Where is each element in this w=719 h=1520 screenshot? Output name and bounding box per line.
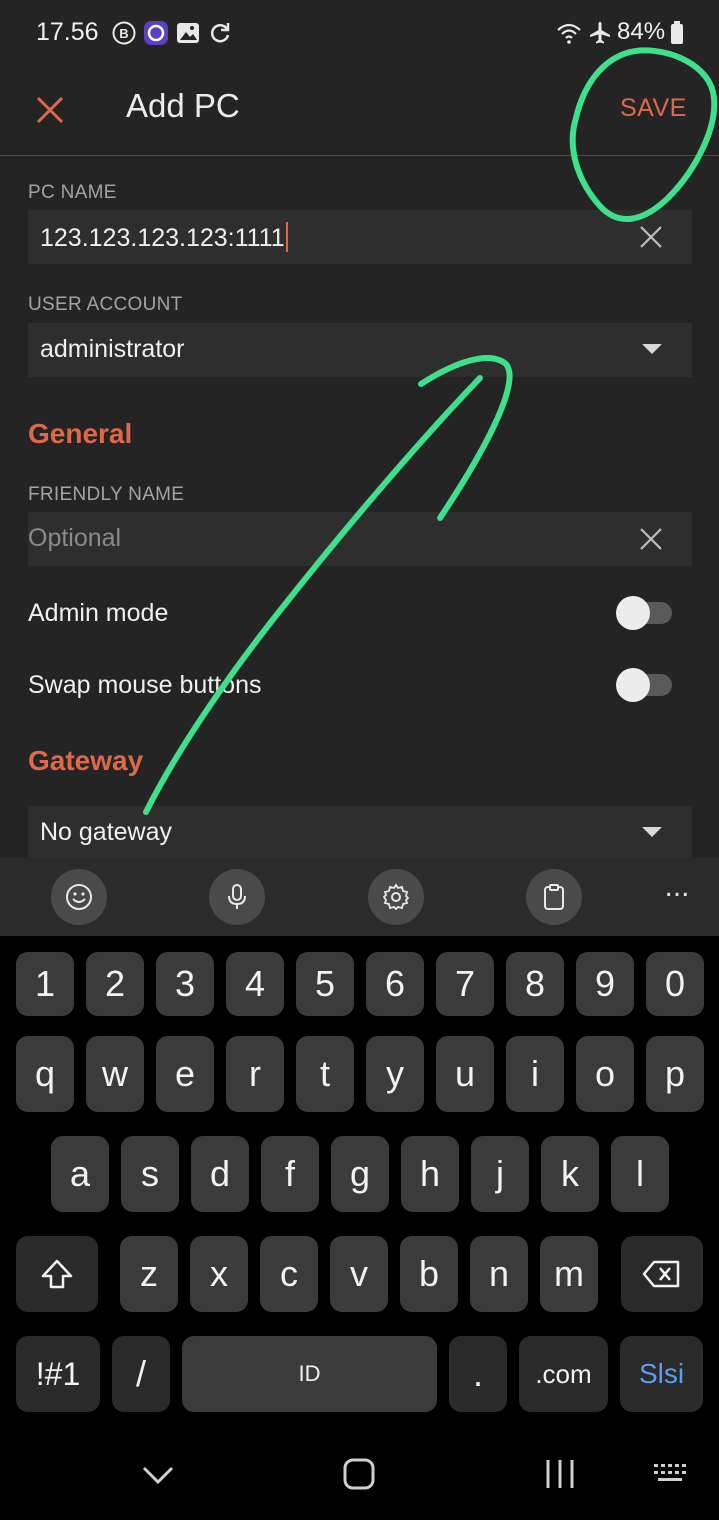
settings-icon[interactable] — [368, 869, 424, 925]
annotation-arrow — [143, 375, 483, 815]
number-key[interactable]: 5 — [296, 952, 354, 1016]
microphone-icon[interactable] — [209, 869, 265, 925]
letter-key[interactable]: a — [51, 1136, 109, 1212]
pc-name-value: 123.123.123.123:1111 — [40, 224, 285, 252]
wifi-icon — [557, 23, 581, 44]
number-key[interactable]: 7 — [436, 952, 494, 1016]
dot-key[interactable]: . — [449, 1336, 507, 1412]
letter-key[interactable]: z — [120, 1236, 178, 1312]
number-key[interactable]: 1 — [16, 952, 74, 1016]
save-button[interactable]: SAVE — [620, 94, 687, 123]
letter-key[interactable]: t — [296, 1036, 354, 1112]
airplane-icon — [590, 22, 610, 44]
letter-key[interactable]: u — [436, 1036, 494, 1112]
dropdown-arrow-icon — [642, 344, 662, 354]
letter-key[interactable]: f — [261, 1136, 319, 1212]
letter-key[interactable]: l — [611, 1136, 669, 1212]
gateway-section-title: Gateway — [28, 745, 144, 776]
status-time: 17.56 — [36, 18, 99, 46]
clear-icon[interactable] — [638, 224, 664, 250]
navigation-bar — [0, 1426, 719, 1520]
letter-key[interactable]: g — [331, 1136, 389, 1212]
number-key[interactable]: 9 — [576, 952, 634, 1016]
number-key[interactable]: 2 — [86, 952, 144, 1016]
letter-key[interactable]: b — [400, 1236, 458, 1312]
letter-key[interactable]: k — [541, 1136, 599, 1212]
battery-icon — [671, 21, 683, 44]
close-icon[interactable] — [30, 90, 70, 130]
page-title: Add PC — [126, 87, 240, 124]
number-key[interactable]: 4 — [226, 952, 284, 1016]
keyboard-toolbar: ... — [0, 858, 719, 936]
letter-key[interactable]: q — [16, 1036, 74, 1112]
letter-key[interactable]: h — [401, 1136, 459, 1212]
letter-key[interactable]: s — [121, 1136, 179, 1212]
b-icon: B — [112, 21, 136, 45]
pc-name-label: PC NAME — [28, 182, 117, 203]
keyboard-switch-icon[interactable] — [652, 1454, 692, 1494]
dotcom-key[interactable]: .com — [519, 1336, 608, 1412]
backspace-key[interactable] — [621, 1236, 703, 1312]
nav-back-icon[interactable] — [138, 1454, 178, 1494]
friendly-name-field[interactable]: Optional — [28, 512, 692, 566]
more-icon[interactable]: ... — [652, 872, 702, 912]
swap-mouse-toggle[interactable] — [616, 668, 674, 702]
app-bar: Add PC SAVE — [0, 70, 719, 156]
status-bar: 17.56 B 84% — [0, 0, 719, 70]
user-account-select[interactable]: administrator — [28, 323, 692, 377]
user-account-value: administrator — [40, 335, 185, 363]
letter-key[interactable]: d — [191, 1136, 249, 1212]
letter-key[interactable]: w — [86, 1036, 144, 1112]
general-section-title: General — [28, 418, 133, 449]
svg-text:B: B — [119, 26, 128, 41]
emoji-icon[interactable] — [51, 869, 107, 925]
letter-key[interactable]: i — [506, 1036, 564, 1112]
friendly-name-placeholder: Optional — [28, 524, 122, 552]
letter-key[interactable]: m — [540, 1236, 598, 1312]
shift-icon — [41, 1259, 73, 1289]
letter-key[interactable]: c — [260, 1236, 318, 1312]
letter-key[interactable]: r — [226, 1036, 284, 1112]
letter-key[interactable]: x — [190, 1236, 248, 1312]
nav-home-icon[interactable] — [339, 1454, 379, 1494]
number-key[interactable]: 3 — [156, 952, 214, 1016]
letter-key[interactable]: p — [646, 1036, 704, 1112]
annotation-arrowhead — [418, 354, 513, 521]
gallery-icon — [177, 23, 199, 43]
clear-icon[interactable] — [638, 526, 664, 552]
clipboard-icon[interactable] — [526, 869, 582, 925]
letter-key[interactable]: e — [156, 1036, 214, 1112]
backspace-icon — [642, 1260, 680, 1288]
admin-mode-toggle[interactable] — [616, 596, 674, 630]
slash-key[interactable]: / — [112, 1336, 170, 1412]
letter-key[interactable]: n — [470, 1236, 528, 1312]
battery-percent: 84% — [617, 18, 666, 45]
number-key[interactable]: 0 — [646, 952, 704, 1016]
text-caret — [285, 222, 288, 252]
number-key[interactable]: 8 — [506, 952, 564, 1016]
shift-key[interactable] — [16, 1236, 98, 1312]
space-key[interactable]: ID — [182, 1336, 437, 1412]
letter-key[interactable]: v — [330, 1236, 388, 1312]
letter-key[interactable]: y — [366, 1036, 424, 1112]
dropdown-arrow-icon — [642, 827, 662, 837]
letter-key[interactable]: o — [576, 1036, 634, 1112]
keyboard: 1234567890 qwertyuiop asdfghjkl zxcvbnm … — [0, 936, 719, 1426]
admin-mode-label: Admin mode — [28, 599, 169, 627]
symbols-key[interactable]: !#1 — [16, 1336, 100, 1412]
gateway-select[interactable]: No gateway — [28, 806, 692, 858]
circle-app-icon — [144, 21, 168, 45]
swap-mouse-label: Swap mouse buttons — [28, 671, 262, 699]
action-key[interactable]: Slsi — [620, 1336, 703, 1412]
user-account-label: USER ACCOUNT — [28, 294, 183, 315]
sync-icon — [210, 23, 230, 43]
number-key[interactable]: 6 — [366, 952, 424, 1016]
gateway-value: No gateway — [40, 818, 173, 846]
friendly-name-label: FRIENDLY NAME — [28, 484, 185, 505]
pc-name-field[interactable]: 123.123.123.123:1111 — [28, 210, 692, 264]
letter-key[interactable]: j — [471, 1136, 529, 1212]
nav-recents-icon[interactable] — [540, 1454, 580, 1494]
